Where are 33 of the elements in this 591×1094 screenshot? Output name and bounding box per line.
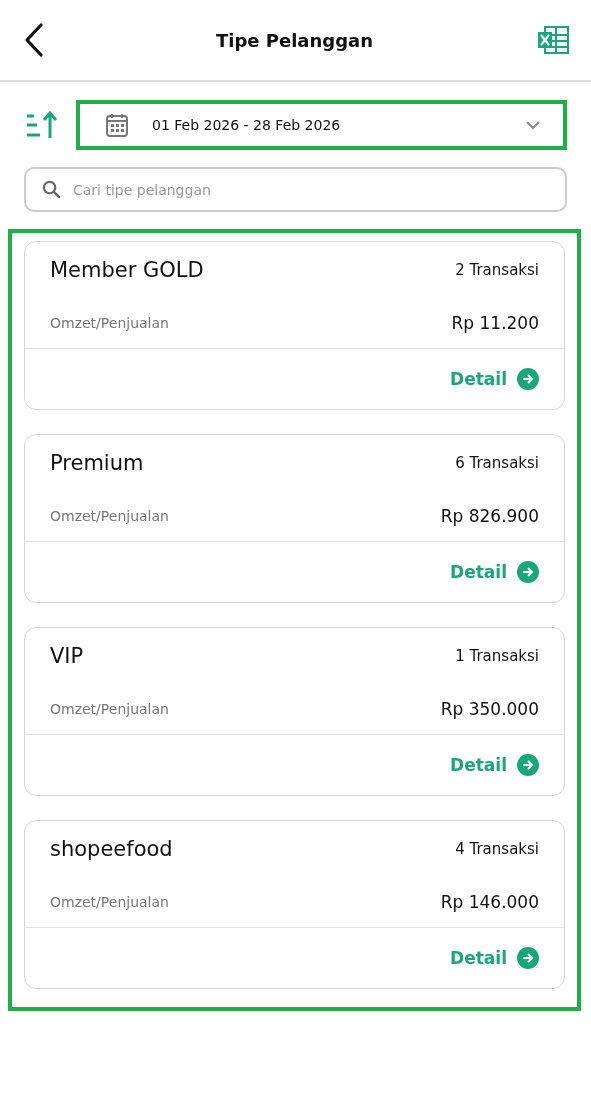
revenue-label: Omzet/Penjualan: [50, 701, 169, 717]
detail-link[interactable]: Detail: [450, 368, 539, 390]
customer-type-name: VIP: [50, 644, 84, 668]
arrow-right-circle-icon: [517, 368, 539, 390]
transaction-count: 2 Transaksi: [455, 261, 539, 279]
revenue-label: Omzet/Penjualan: [50, 894, 169, 910]
detail-link[interactable]: Detail: [450, 754, 539, 776]
spreadsheet-icon[interactable]: [537, 26, 569, 54]
customer-type-name: shopeefood: [50, 837, 173, 861]
back-icon[interactable]: [24, 23, 44, 57]
customer-type-name: Premium: [50, 451, 144, 475]
search-icon: [42, 180, 61, 199]
customer-type-name: Member GOLD: [50, 258, 204, 282]
revenue-amount: Rp 350.000: [440, 699, 539, 719]
revenue-amount: Rp 826.900: [440, 506, 539, 526]
chevron-down-icon: [525, 120, 541, 130]
search-field[interactable]: Cari tipe pelanggan: [24, 167, 567, 212]
transaction-count: 6 Transaksi: [455, 454, 539, 472]
detail-link[interactable]: Detail: [450, 561, 539, 583]
revenue-amount: Rp 11.200: [451, 313, 539, 333]
revenue-label: Omzet/Penjualan: [50, 508, 169, 524]
arrow-right-circle-icon: [517, 561, 539, 583]
revenue-amount: Rp 146.000: [440, 892, 539, 912]
arrow-right-circle-icon: [517, 754, 539, 776]
revenue-label: Omzet/Penjualan: [50, 315, 169, 331]
sort-icon[interactable]: [26, 111, 58, 139]
date-range-picker[interactable]: 01 Feb 2026 - 28 Feb 2026: [76, 100, 567, 150]
detail-link[interactable]: Detail: [450, 947, 539, 969]
page-title: Tipe Pelanggan: [215, 29, 374, 51]
calendar-icon: [106, 113, 128, 137]
transaction-count: 1 Transaksi: [455, 647, 539, 665]
arrow-right-circle-icon: [517, 947, 539, 969]
transaction-count: 4 Transaksi: [455, 840, 539, 858]
